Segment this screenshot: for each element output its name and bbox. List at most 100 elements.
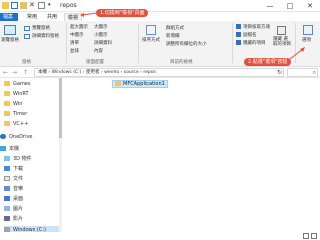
- panes-group-label: 窗格: [22, 60, 31, 65]
- address-field[interactable]: 本機 › Windows (C:) › 使用者 › wenho › source…: [34, 68, 284, 77]
- tab-home[interactable]: 常用: [24, 13, 40, 21]
- layout-option[interactable]: 內容: [94, 48, 103, 54]
- status-bar: [0, 232, 320, 240]
- folder-icon: [4, 91, 10, 96]
- list-item[interactable]: MFCApplication1: [112, 80, 168, 88]
- hidden-items-checkbox[interactable]: [236, 40, 241, 45]
- cloud-icon: [0, 134, 6, 139]
- video-icon: [4, 216, 10, 221]
- preview-pane-label[interactable]: 預覽窗格: [32, 25, 50, 31]
- nav-item-win[interactable]: Win: [4, 100, 62, 108]
- breadcrumb: 本機 › Windows (C:) › 使用者 › wenho › source…: [38, 70, 156, 75]
- nav-item-onedrive[interactable]: OneDrive: [0, 133, 58, 141]
- sort-by-button[interactable]: 排序方式: [142, 37, 160, 43]
- ribbon-separator: [138, 23, 139, 63]
- breadcrumb-item[interactable]: Windows (C:): [52, 70, 82, 75]
- file-name: MFCApplication1: [123, 81, 165, 87]
- callout-step-1: 1.切換到"檢視"頁面: [96, 9, 149, 17]
- options-icon[interactable]: [303, 25, 313, 35]
- search-input[interactable]: ⌕: [287, 68, 318, 77]
- nav-item-downloads[interactable]: 下載: [4, 165, 62, 173]
- customize-quick-access-icon[interactable]: ▾: [48, 2, 55, 9]
- breadcrumb-item[interactable]: 使用者: [86, 70, 100, 75]
- back-button[interactable]: ←: [3, 68, 8, 77]
- cube-icon: [4, 156, 10, 161]
- up-button[interactable]: ↑: [23, 68, 28, 77]
- nav-item-music[interactable]: 音樂: [4, 185, 62, 193]
- details-pane-icon[interactable]: [24, 34, 30, 39]
- breadcrumb-item[interactable]: wenho: [104, 70, 119, 75]
- maximize-button[interactable]: □: [280, 0, 300, 12]
- add-column-option[interactable]: 新增欄: [166, 33, 180, 39]
- file-extensions-checkbox[interactable]: [236, 32, 241, 37]
- preview-pane-icon[interactable]: [24, 26, 30, 31]
- computer-icon: [0, 146, 6, 151]
- nav-item-3d-objects[interactable]: 3D 物件: [4, 155, 62, 163]
- ribbon-tabs: 檔案 常用 共用 檢視: [0, 12, 320, 21]
- layout-option[interactable]: 並排: [70, 48, 79, 54]
- sort-by-icon[interactable]: [146, 25, 156, 35]
- nav-item-videos[interactable]: 影片: [4, 215, 62, 223]
- address-bar: ← → ↑ 本機 › Windows (C:) › 使用者 › wenho › …: [0, 67, 320, 78]
- options-button[interactable]: 選項: [302, 37, 311, 43]
- callout-step-2: 2.點選"選項"按鈕: [244, 58, 292, 66]
- folder-icon: [115, 81, 121, 86]
- item-checkboxes-label: 項目核取方塊: [243, 25, 270, 30]
- breadcrumb-item[interactable]: 本機: [38, 70, 47, 75]
- minimize-button[interactable]: —: [260, 0, 280, 12]
- properties-icon[interactable]: [11, 2, 18, 9]
- callout-arrow-icon: [289, 47, 305, 60]
- refresh-button[interactable]: ↻: [277, 69, 282, 76]
- callout-arrow-icon: [80, 12, 98, 17]
- file-list: MFCApplication1: [62, 78, 320, 240]
- music-icon: [4, 186, 10, 191]
- details-view-button[interactable]: [303, 233, 309, 239]
- layout-option[interactable]: 中圖示: [70, 32, 84, 38]
- tab-file[interactable]: 檔案: [0, 13, 18, 21]
- folder-icon: [4, 81, 10, 86]
- nav-item-winrt[interactable]: WinRT: [4, 90, 62, 98]
- current-view-group-label: 目前的檢視: [170, 60, 193, 65]
- nav-item-desktop[interactable]: 桌面: [4, 195, 62, 203]
- group-by-option[interactable]: 群組方式: [166, 25, 184, 31]
- window-title: repos: [60, 2, 77, 9]
- navigation-pane: Games WinRT Win Timer VC++ OneDrive 本機 3…: [0, 78, 62, 240]
- close-button[interactable]: ✕: [300, 0, 320, 12]
- undo-icon[interactable]: ✕: [29, 2, 36, 9]
- nav-item-this-pc[interactable]: 本機: [0, 145, 58, 153]
- size-columns-option[interactable]: 調整所有欄位的大小: [166, 41, 207, 47]
- navigation-pane-icon[interactable]: [4, 25, 16, 35]
- tab-share[interactable]: 共用: [44, 13, 60, 21]
- download-icon: [4, 166, 10, 171]
- title-bar: ✕ ▾ repos — □ ✕: [0, 0, 320, 12]
- desktop-icon: [4, 196, 10, 201]
- breadcrumb-item[interactable]: source: [124, 70, 139, 75]
- file-extensions-label: 副檔名: [243, 33, 257, 38]
- redo-icon[interactable]: [38, 2, 45, 9]
- layout-option[interactable]: 清單: [70, 40, 79, 46]
- new-folder-icon[interactable]: [20, 2, 27, 9]
- layout-option[interactable]: 大圖示: [94, 24, 108, 30]
- navigation-pane-label[interactable]: 瀏覽窗格: [1, 37, 19, 43]
- folder-icon: [4, 111, 10, 116]
- forward-button[interactable]: →: [12, 68, 17, 77]
- nav-item-vc[interactable]: VC++: [4, 120, 62, 128]
- nav-item-timer[interactable]: Timer: [4, 110, 62, 118]
- search-icon: ⌕: [312, 69, 316, 76]
- folder-icon: [2, 2, 9, 9]
- breadcrumb-item[interactable]: repos: [143, 70, 155, 75]
- picture-icon: [4, 206, 10, 211]
- nav-item-documents[interactable]: 文件: [4, 175, 62, 183]
- large-icons-view-button[interactable]: [311, 233, 317, 239]
- layout-option[interactable]: 詳細資料: [94, 40, 112, 46]
- folder-icon: [4, 101, 10, 106]
- layout-group-label: 版面配置: [86, 60, 104, 65]
- nav-item-pictures[interactable]: 圖片: [4, 205, 62, 213]
- item-checkboxes-checkbox[interactable]: [236, 24, 241, 29]
- hide-selected-icon[interactable]: [277, 26, 286, 35]
- nav-item-games[interactable]: Games: [4, 80, 62, 88]
- details-pane-label[interactable]: 詳細資料窗格: [32, 33, 59, 39]
- ribbon-separator: [66, 23, 67, 63]
- layout-option[interactable]: 小圖示: [94, 32, 108, 38]
- layout-option[interactable]: 超大圖示: [70, 24, 88, 30]
